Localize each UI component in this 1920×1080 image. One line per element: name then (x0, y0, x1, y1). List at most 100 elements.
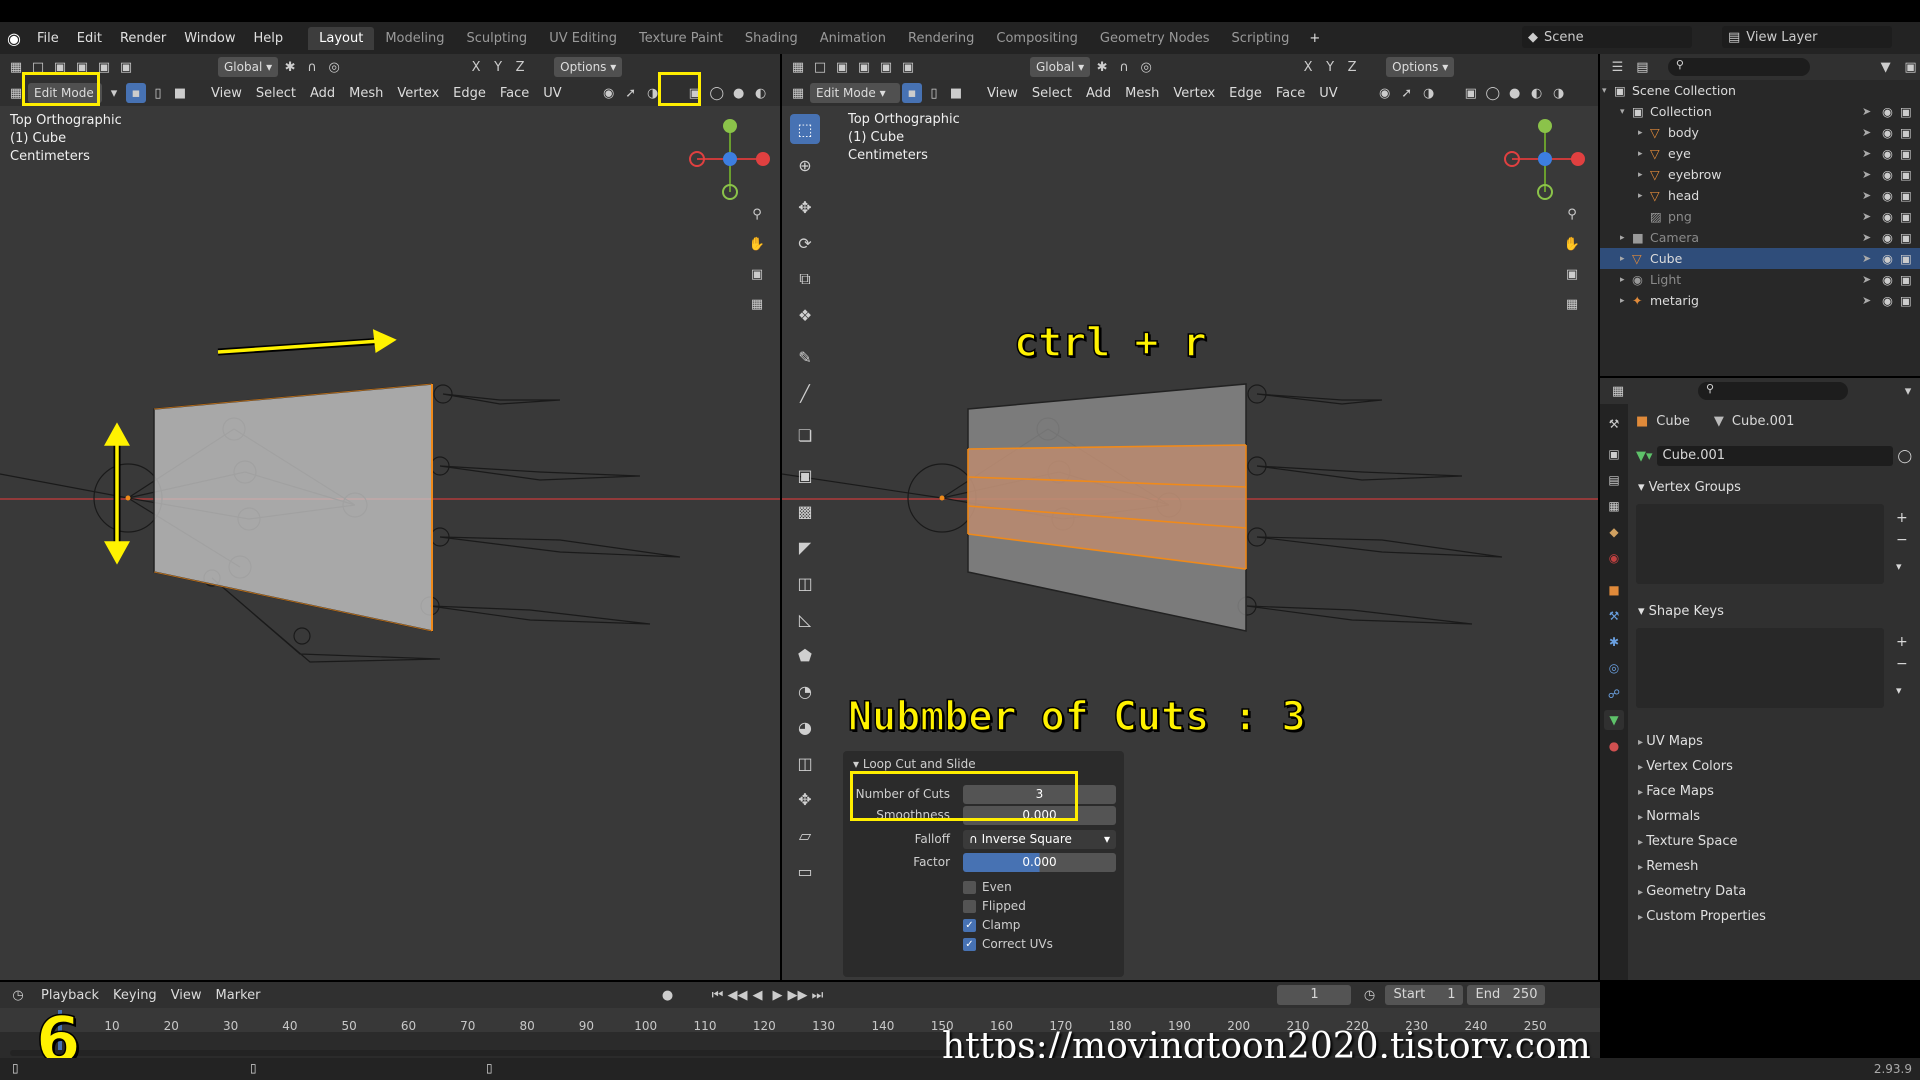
editor-type-icon[interactable]: ☰ (1608, 57, 1627, 77)
chevron-right-icon[interactable]: ▸ (1620, 296, 1625, 306)
zoom-icon[interactable]: ⚲ (1562, 204, 1582, 224)
shrink-fatten-tool-icon[interactable]: ✥ (790, 784, 820, 814)
new-collection-icon[interactable]: ▣ (1901, 57, 1920, 77)
scene-selector[interactable]: ◆ Scene (1522, 26, 1692, 48)
selectable-arrow-icon[interactable]: ➤ (1862, 210, 1871, 223)
mesh-datablock-selector[interactable]: ▼▾ Cube.001 ◯ (1636, 446, 1912, 466)
shape-keys-list[interactable] (1636, 628, 1884, 708)
outliner-row-camera[interactable]: ▸ ■ Camera ◉ ▣ ➤ (1600, 227, 1920, 248)
world-tab-icon[interactable]: ◉ (1604, 548, 1624, 568)
tool-tab-icon[interactable]: ⚒ (1604, 414, 1624, 434)
cursor-tool-icon[interactable]: ⊕ (790, 150, 820, 180)
measure-tool-icon[interactable]: ╱ (790, 378, 820, 408)
chevron-down-icon[interactable]: ▾ (1898, 381, 1918, 401)
outliner-row-collection[interactable]: ▾ ▣ Collection ◉ ▣ ➤ (1600, 101, 1920, 122)
inset-tool-icon[interactable]: ▩ (790, 496, 820, 526)
remove-vertex-group-button[interactable]: − (1896, 532, 1908, 548)
mesh-data-tab-icon[interactable]: ▼ (1604, 710, 1624, 730)
eye-icon[interactable]: ◉ (1882, 167, 1893, 182)
tab-modeling[interactable]: Modeling (374, 27, 455, 50)
tab-sculpting[interactable]: Sculpting (455, 27, 538, 50)
play-reverse-icon[interactable]: ◀ (747, 985, 767, 1005)
panel-vertex-colors[interactable]: ▸ Vertex Colors (1638, 759, 1733, 774)
render-camera-icon[interactable]: ▣ (1900, 209, 1912, 224)
tab-layout[interactable]: Layout (308, 26, 375, 50)
menu-edit[interactable]: Edit (68, 31, 111, 46)
eye-icon[interactable]: ◉ (1882, 125, 1893, 140)
ortho-grid-icon[interactable]: ▦ (1562, 294, 1582, 314)
jump-start-icon[interactable]: ⏮ (707, 985, 727, 1005)
annotate-tool-icon[interactable]: ✎ (790, 342, 820, 372)
timeline-menu-view[interactable]: View (164, 988, 209, 1003)
current-frame-field[interactable]: 1 (1277, 985, 1352, 1005)
shape-key-menu-icon[interactable]: ▾ (1896, 684, 1902, 697)
view-layer-tab-icon[interactable]: ▦ (1604, 496, 1624, 516)
outliner-row-png[interactable]: ▨ png ◉ ▣ ➤ (1600, 206, 1920, 227)
selectable-arrow-icon[interactable]: ➤ (1862, 105, 1871, 118)
extrude-tool-icon[interactable]: ▣ (790, 460, 820, 490)
record-icon[interactable]: ● (657, 985, 677, 1005)
scene-tab-icon[interactable]: ◆ (1604, 522, 1624, 542)
pan-hand-icon[interactable]: ✋ (1562, 234, 1582, 254)
panel-face-maps[interactable]: ▸ Face Maps (1638, 784, 1714, 799)
end-frame-field[interactable]: End 250 (1467, 985, 1546, 1005)
eye-icon[interactable]: ◉ (1882, 188, 1893, 203)
transform-tool-icon[interactable]: ❖ (790, 300, 820, 330)
checkbox-clamp[interactable]: ✓ Clamp (963, 918, 1020, 932)
object-tab-icon[interactable]: ■ (1604, 580, 1624, 600)
blender-logo-icon[interactable]: ◉ (0, 22, 28, 54)
eye-icon[interactable]: ◉ (1882, 251, 1893, 266)
prev-keyframe-icon[interactable]: ◀◀ (727, 985, 747, 1005)
view-layer-selector[interactable]: ▤ View Layer (1722, 26, 1892, 48)
timeline-menu-playback[interactable]: Playback (34, 988, 106, 1003)
outliner-row-metarig[interactable]: ▸ ✦ metarig ◉ ▣ ➤ (1600, 290, 1920, 311)
panel-normals[interactable]: ▸ Normals (1638, 809, 1700, 824)
filter-icon[interactable]: ▼ (1876, 57, 1895, 77)
chevron-right-icon[interactable]: ▸ (1638, 128, 1643, 138)
selectable-arrow-icon[interactable]: ➤ (1862, 231, 1871, 244)
eye-icon[interactable]: ◉ (1882, 146, 1893, 161)
display-mode-icon[interactable]: ▤ (1633, 57, 1652, 77)
tab-animation[interactable]: Animation (809, 27, 897, 50)
menu-file[interactable]: File (28, 31, 68, 46)
render-camera-icon[interactable]: ▣ (1900, 167, 1912, 182)
outliner-row-body[interactable]: ▸ ▽ body ◉ ▣ ➤ (1600, 122, 1920, 143)
panel-custom-properties[interactable]: ▸ Custom Properties (1638, 909, 1766, 924)
modifier-tab-icon[interactable]: ⚒ (1604, 606, 1624, 626)
tab-uv-editing[interactable]: UV Editing (538, 27, 628, 50)
chevron-right-icon[interactable]: ▸ (1620, 233, 1625, 243)
rotate-tool-icon[interactable]: ⟳ (790, 228, 820, 258)
vertex-groups-list[interactable] (1636, 504, 1884, 584)
select-box-tool-icon[interactable]: ⬚ (790, 114, 820, 144)
factor-slider[interactable]: 0.000 (963, 852, 1116, 872)
checkbox-flipped[interactable]: Flipped (963, 899, 1026, 913)
eye-icon[interactable]: ◉ (1882, 230, 1893, 245)
checkbox-even[interactable]: Even (963, 880, 1012, 894)
ortho-grid-icon[interactable]: ▦ (747, 294, 767, 314)
material-tab-icon[interactable]: ● (1604, 736, 1624, 756)
jump-end-icon[interactable]: ⏭ (807, 985, 827, 1005)
move-tool-icon[interactable]: ✥ (790, 192, 820, 222)
editor-type-icon[interactable]: ◷ (8, 985, 28, 1005)
panel-remesh[interactable]: ▸ Remesh (1638, 859, 1698, 874)
render-camera-icon[interactable]: ▣ (1900, 293, 1912, 308)
loop-cut-tool-icon[interactable]: ◫ (790, 568, 820, 598)
next-keyframe-icon[interactable]: ▶▶ (787, 985, 807, 1005)
chevron-right-icon[interactable]: ▸ (1620, 254, 1625, 264)
selectable-arrow-icon[interactable]: ➤ (1862, 189, 1871, 202)
operator-title[interactable]: ▾ Loop Cut and Slide (853, 757, 976, 771)
tab-compositing[interactable]: Compositing (985, 27, 1089, 50)
rip-region-tool-icon[interactable]: ▭ (790, 856, 820, 886)
mesh-datablock-name[interactable]: Cube.001 (1656, 446, 1894, 466)
render-camera-icon[interactable]: ▣ (1900, 230, 1912, 245)
chevron-right-icon[interactable]: ▾ (1620, 107, 1625, 117)
vertex-group-menu-icon[interactable]: ▾ (1896, 560, 1902, 573)
particles-tab-icon[interactable]: ✱ (1604, 632, 1624, 652)
navigation-gizmo[interactable] (1500, 114, 1590, 204)
tab-texture-paint[interactable]: Texture Paint (628, 27, 734, 50)
shear-tool-icon[interactable]: ▱ (790, 820, 820, 850)
selectable-arrow-icon[interactable]: ➤ (1862, 147, 1871, 160)
menu-help[interactable]: Help (245, 31, 293, 46)
preview-range-icon[interactable]: ◷ (1359, 985, 1379, 1005)
panel-geometry-data[interactable]: ▸ Geometry Data (1638, 884, 1746, 899)
